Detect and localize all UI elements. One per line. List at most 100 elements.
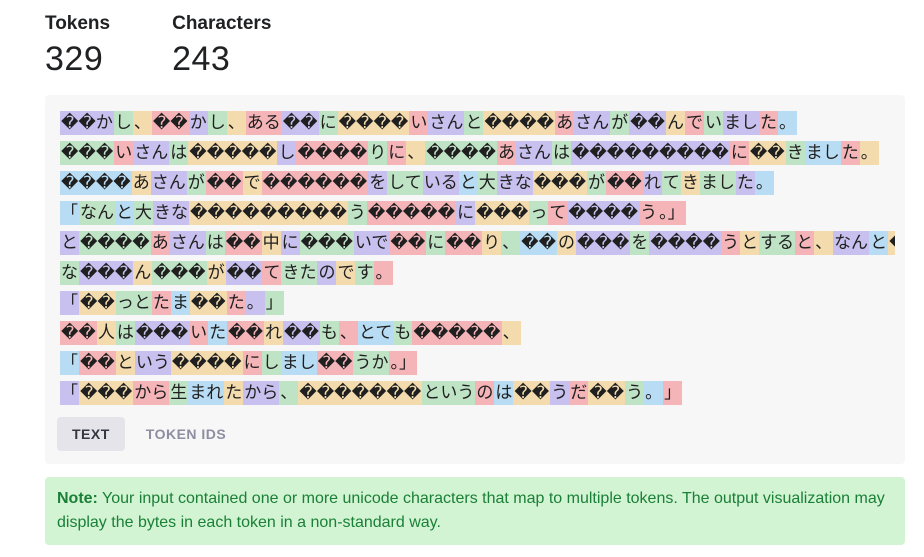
token: た [226, 291, 246, 315]
token: あ [150, 231, 170, 255]
token: い [703, 111, 723, 135]
token: ある [245, 111, 282, 135]
token: まし [280, 351, 317, 375]
characters-label: Characters [172, 13, 272, 34]
token: で [684, 111, 704, 135]
token-line: �� 人は ��� いた �� れ �� も、とても �����、 [60, 321, 895, 345]
token: �� [520, 231, 558, 255]
token-line: 「��� から生まれたから、 ������� というのは �� うだ �� う。」 [60, 381, 895, 405]
token: ま [170, 291, 190, 315]
token: た [208, 321, 228, 345]
token: ��� [532, 171, 587, 195]
token: し [261, 351, 281, 375]
characters-stat: Characters 243 [172, 12, 271, 80]
token: ��� [60, 141, 115, 165]
token: は [169, 141, 189, 165]
token: と [458, 171, 478, 195]
token: ����� [412, 321, 502, 345]
token: と [60, 231, 79, 255]
token: と [795, 231, 815, 255]
tab-token-ids[interactable]: TOKEN IDS [131, 417, 241, 451]
token: まれ [188, 381, 225, 405]
token: た [224, 381, 244, 405]
token: �� [513, 381, 551, 405]
token: り [368, 141, 388, 165]
token: た [758, 111, 778, 135]
token: た [840, 141, 860, 165]
token: て [661, 171, 681, 195]
token: �� [151, 111, 189, 135]
token: から [133, 381, 170, 405]
token: 、 [501, 321, 521, 345]
token: �� [748, 141, 786, 165]
token: 「 [60, 351, 79, 375]
token: 。 [777, 111, 797, 135]
token: に [318, 111, 338, 135]
token: する [759, 231, 796, 255]
token: う [639, 201, 659, 225]
token: あ [555, 111, 575, 135]
token: き [680, 171, 700, 195]
token: と [464, 111, 484, 135]
token: ���� [567, 201, 640, 225]
token: 。 [374, 261, 394, 285]
token: と [115, 201, 134, 225]
tokenized-text-panel: ��かし、 �� かし、ある �� に ���� いさんと ���� あさんが �� んでいました。… [45, 95, 905, 464]
token: うか [353, 351, 390, 375]
token: ��� [299, 231, 354, 255]
token: い [189, 321, 209, 345]
token: �� [588, 381, 626, 405]
token: う [721, 231, 741, 255]
token: 人 [96, 321, 116, 345]
token: 「 [60, 291, 79, 315]
token: さん [515, 141, 552, 165]
token: に [426, 231, 446, 255]
token: あ [131, 171, 151, 195]
token-line: と ���� あさんは �� 中に ��� いで �� に �� り、 �� の ��� を ���� うとする… [60, 231, 895, 255]
token: と [115, 351, 135, 375]
token: とて [357, 321, 394, 345]
tab-text[interactable]: TEXT [57, 417, 125, 451]
token: �� [389, 231, 427, 255]
token: ��������� [570, 141, 730, 165]
characters-count: 243 [172, 40, 231, 78]
token: 生 [169, 381, 189, 405]
token: きた [281, 261, 318, 285]
token-line: ��� いさんは ����� し ���� りに、 ���� あさんは ��������� に ��… [60, 141, 895, 165]
token: を [368, 171, 388, 195]
token: 、 [279, 381, 299, 405]
token: て [262, 261, 282, 285]
token-line: ��かし、 �� かし、ある �� に ���� いさんと ���� あさんが �� んでいました。 [60, 111, 895, 135]
token: さん [428, 111, 465, 135]
token: に [729, 141, 749, 165]
token: う [347, 201, 367, 225]
token: し [113, 111, 133, 135]
tokens-count: 329 [45, 40, 104, 78]
token: は [205, 231, 225, 255]
token: を [630, 231, 650, 255]
token: も [319, 321, 339, 345]
token: い [409, 111, 429, 135]
token: が [206, 261, 226, 285]
token: 、 [338, 321, 358, 345]
token: て [548, 201, 568, 225]
token: の [557, 231, 577, 255]
token: きな [153, 201, 189, 225]
token: 「 [60, 201, 79, 225]
token: の [317, 261, 337, 285]
token: ����� [188, 141, 278, 165]
token: ���� [170, 351, 243, 375]
token: が [587, 171, 606, 195]
token: だ [569, 381, 589, 405]
token: ��� [152, 261, 207, 285]
token: 。 [644, 381, 664, 405]
token: も [393, 321, 413, 345]
token: で [336, 261, 356, 285]
token: い [114, 141, 134, 165]
token: �� [189, 291, 227, 315]
token: は [494, 381, 514, 405]
token: ���� [337, 111, 410, 135]
token: �� [227, 321, 265, 345]
tokens-label: Tokens [45, 13, 111, 34]
token: う [625, 381, 645, 405]
